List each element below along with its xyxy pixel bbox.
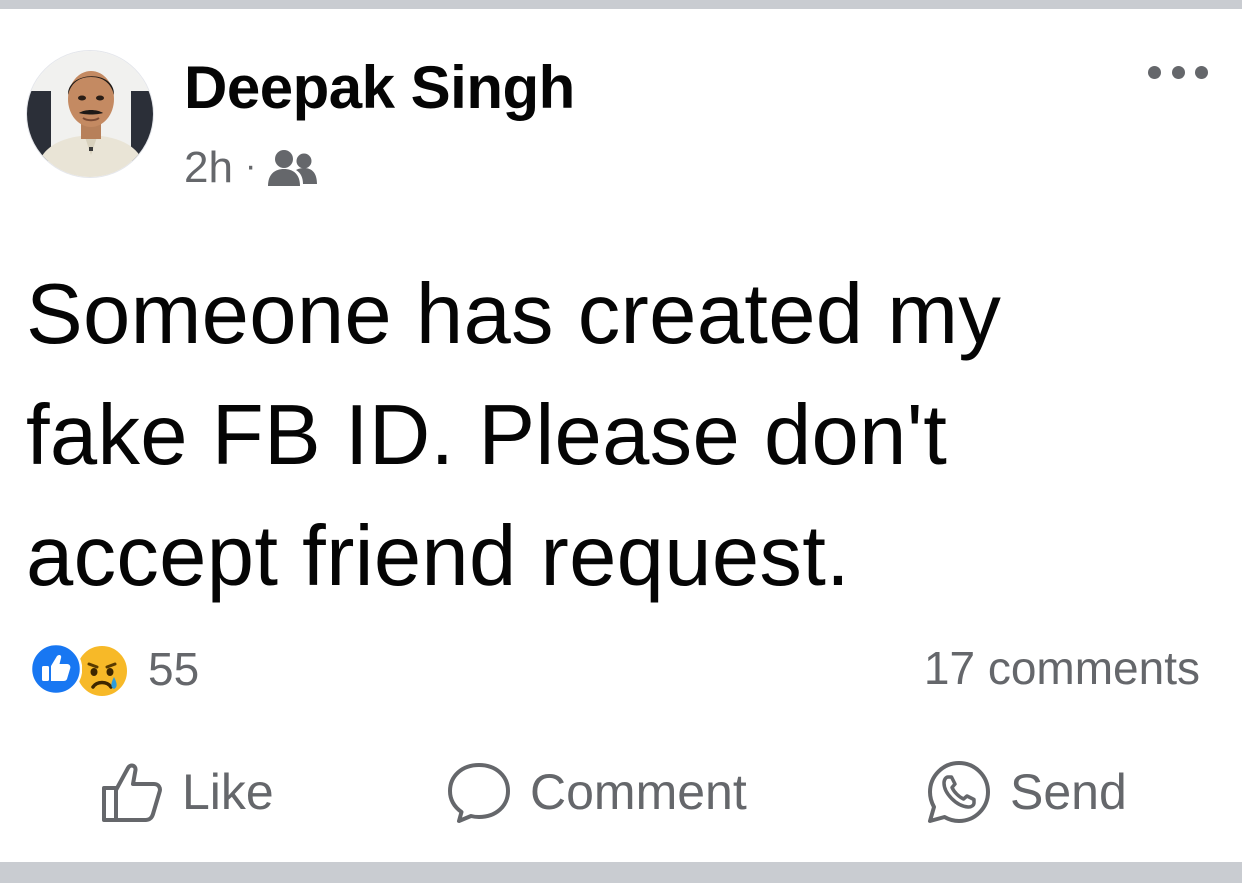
speech-bubble-icon xyxy=(448,763,510,823)
author-name[interactable]: Deepak Singh xyxy=(184,52,575,124)
action-bar: Like Comment Send xyxy=(0,756,1242,828)
thumbs-up-icon xyxy=(102,763,162,822)
comment-button[interactable]: Comment xyxy=(446,756,747,828)
profile-photo xyxy=(27,51,153,177)
post-meta: 2h · xyxy=(184,142,318,194)
more-dot xyxy=(1171,65,1185,79)
more-options-icon[interactable] xyxy=(1148,60,1208,84)
post-time[interactable]: 2h xyxy=(184,143,233,193)
post-text: Someone has created my fake FB ID. Pleas… xyxy=(26,267,1002,604)
send-label: Send xyxy=(1010,764,1127,820)
comment-label: Comment xyxy=(530,764,747,820)
facebook-post: Deepak Singh 2h · Someone has created my… xyxy=(0,0,1242,883)
like-label: Like xyxy=(182,764,274,820)
bottom-divider xyxy=(0,862,1242,883)
send-button[interactable]: Send xyxy=(926,756,1127,828)
more-dot xyxy=(1148,65,1161,79)
reaction-count: 55 xyxy=(148,643,200,695)
like-reaction-icon xyxy=(30,643,82,695)
meta-separator: · xyxy=(244,146,257,185)
sad-reaction-icon xyxy=(75,644,129,698)
author-avatar[interactable] xyxy=(26,50,154,178)
whatsapp-icon xyxy=(928,761,990,823)
reactions-summary[interactable]: 55 xyxy=(30,638,199,700)
comments-count[interactable]: 17 comments xyxy=(924,640,1200,696)
more-dot xyxy=(1195,65,1208,79)
reaction-icons xyxy=(30,641,136,698)
top-divider xyxy=(0,0,1242,9)
like-button[interactable]: Like xyxy=(100,756,274,828)
friends-icon[interactable] xyxy=(266,148,318,188)
